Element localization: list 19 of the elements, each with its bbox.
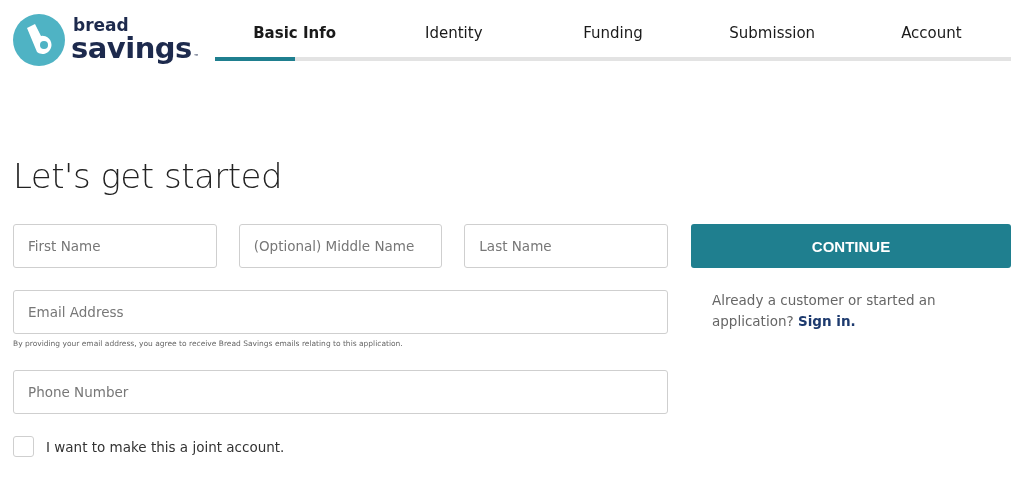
- page-heading: Let's get started: [13, 156, 284, 196]
- phone-field[interactable]: Phone Number: [13, 370, 668, 414]
- name-field[interactable]: Last Name: [464, 224, 668, 268]
- continue-button[interactable]: CONTINUE: [691, 224, 1011, 268]
- logo-text: savings: [71, 34, 192, 63]
- sign-in-text: Already a customer or started an application? Sign in.: [712, 291, 937, 331]
- logo-text: bread: [72, 17, 130, 34]
- name-field[interactable]: First Name: [13, 224, 217, 268]
- checkbox-label: I want to make this a joint account.: [46, 438, 285, 455]
- name-field[interactable]: (Optional) Middle Name: [238, 224, 443, 268]
- logo-icon: [13, 14, 65, 66]
- step-tab[interactable]: Funding: [533, 14, 693, 51]
- step-tab[interactable]: Submission: [692, 14, 852, 51]
- step-tab[interactable]: Basic Info: [215, 14, 375, 51]
- sign-in-link[interactable]: Sign in.: [797, 313, 856, 329]
- email-field[interactable]: Email Address: [13, 290, 668, 334]
- step-tab[interactable]: Identity: [374, 14, 534, 51]
- step-tab[interactable]: Account: [851, 14, 1011, 51]
- joint-checkbox[interactable]: [13, 436, 34, 457]
